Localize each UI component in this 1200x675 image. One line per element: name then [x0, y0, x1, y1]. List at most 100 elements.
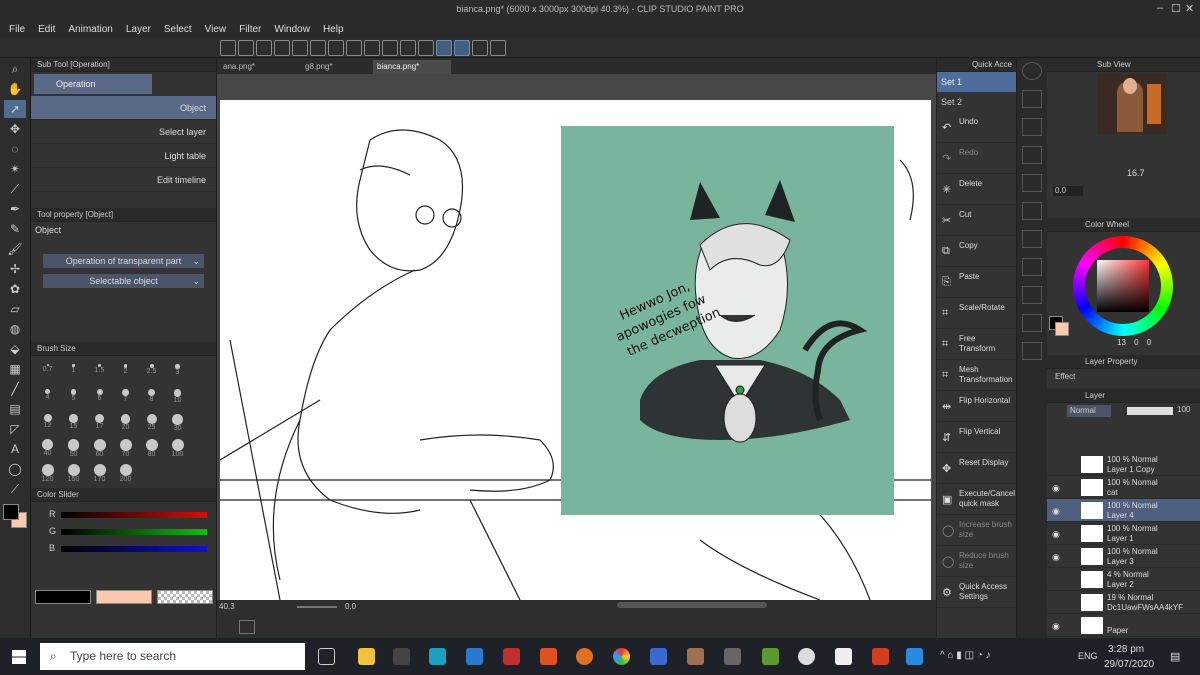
- eye-icon[interactable]: ◉: [1052, 552, 1060, 563]
- subtool-group-operation[interactable]: Operation: [34, 74, 152, 94]
- chrome-icon[interactable]: [613, 648, 630, 665]
- eye-icon[interactable]: ◉: [1052, 483, 1060, 494]
- notification-icon[interactable]: ▤: [1170, 650, 1180, 663]
- material-icon-2[interactable]: [1022, 118, 1042, 136]
- material-icon-4[interactable]: [1022, 174, 1042, 192]
- brush-size-option[interactable]: 25: [139, 411, 164, 433]
- material-icon-5[interactable]: [1022, 202, 1042, 220]
- layer-row[interactable]: ◉ 100 % Normal cat: [1047, 476, 1200, 499]
- auto-select-tool-icon[interactable]: ✴: [4, 160, 26, 178]
- save-icon[interactable]: [274, 40, 290, 56]
- timeline-icon[interactable]: [239, 620, 255, 634]
- color-slider-r[interactable]: R0: [31, 506, 223, 523]
- mcafee-icon[interactable]: [503, 648, 520, 665]
- quick-access-item[interactable]: ⌗ Mesh Transformation: [937, 360, 1016, 391]
- menu-layer[interactable]: Layer: [126, 24, 151, 35]
- app-icon-2[interactable]: [650, 648, 667, 665]
- set-1-tab[interactable]: Set 1: [937, 72, 1016, 92]
- eye-icon[interactable]: ◉: [1052, 529, 1060, 540]
- airbrush-tool-icon[interactable]: ✢: [4, 260, 26, 278]
- move-layer-tool-icon[interactable]: ✥: [4, 120, 26, 138]
- color-slider-b[interactable]: B0: [31, 540, 223, 557]
- channel-track[interactable]: [61, 529, 207, 535]
- transform-icon[interactable]: [382, 40, 398, 56]
- quick-access-item[interactable]: ⇵ Flip Vertical: [937, 422, 1016, 453]
- layer-row[interactable]: ◉ 100 % Normal Layer 3: [1047, 545, 1200, 568]
- horizontal-scrollbar[interactable]: [617, 602, 767, 608]
- task-view-icon[interactable]: [318, 648, 335, 665]
- app-icon-4[interactable]: [724, 648, 741, 665]
- zoom-app-icon[interactable]: [906, 648, 923, 665]
- taskbar-search-input[interactable]: Type here to search: [40, 643, 305, 670]
- brush-size-option[interactable]: 60: [87, 436, 112, 458]
- brush-size-option[interactable]: 17: [87, 411, 112, 433]
- clock-time[interactable]: 3:28 pm: [1108, 644, 1144, 655]
- store-icon[interactable]: [393, 648, 410, 665]
- export-icon[interactable]: [292, 40, 308, 56]
- figure-tool-icon[interactable]: ╱: [4, 380, 26, 398]
- selectable-object-dropdown[interactable]: Selectable object ⌄: [43, 274, 204, 288]
- main-color-swatch[interactable]: [3, 504, 27, 528]
- minecraft-icon[interactable]: [762, 648, 779, 665]
- snap-grid-icon[interactable]: [472, 40, 488, 56]
- material-icon-6[interactable]: [1022, 230, 1042, 248]
- brush-size-option[interactable]: 3: [165, 361, 190, 383]
- quick-access-item[interactable]: ◯ Reduce brush size: [937, 546, 1016, 577]
- subtool-item-object[interactable]: Object: [31, 96, 216, 120]
- file-explorer-icon[interactable]: [358, 648, 375, 665]
- eye-icon[interactable]: ◉: [1052, 506, 1060, 517]
- brush-size-option[interactable]: 5: [61, 386, 86, 408]
- app-icon[interactable]: [220, 40, 236, 56]
- deselect-icon[interactable]: [418, 40, 434, 56]
- brush-size-option[interactable]: 2.5: [139, 361, 164, 383]
- brush-size-option[interactable]: 1.5: [87, 361, 112, 383]
- menu-select[interactable]: Select: [164, 24, 192, 35]
- quick-access-item[interactable]: ⚙ Quick Access Settings: [937, 577, 1016, 608]
- menu-window[interactable]: Window: [274, 24, 310, 35]
- tab-ana[interactable]: ana.png*: [219, 60, 295, 74]
- brush-size-option[interactable]: 120: [35, 461, 60, 483]
- help-icon[interactable]: [490, 40, 506, 56]
- tab-g8[interactable]: g8.png*: [295, 60, 371, 74]
- pencil-tool-icon[interactable]: ✎: [4, 220, 26, 238]
- move-tool-icon[interactable]: ✋: [4, 80, 26, 98]
- layer-row[interactable]: ◉ 100 % Normal Layer 1: [1047, 522, 1200, 545]
- material-icon-3[interactable]: [1022, 146, 1042, 164]
- correct-line-tool-icon[interactable]: ⟋: [4, 480, 26, 498]
- eraser-tool-icon[interactable]: ▱: [4, 300, 26, 318]
- layer-row[interactable]: 100 % Normal Layer 1 Copy: [1047, 453, 1200, 476]
- set-2-tab[interactable]: Set 2: [937, 92, 1016, 112]
- brush-size-option[interactable]: 30: [165, 411, 190, 433]
- powerpoint-icon[interactable]: [872, 648, 889, 665]
- undo-icon[interactable]: [310, 40, 326, 56]
- brush-size-option[interactable]: 50: [61, 436, 86, 458]
- canvas-area[interactable]: Hewwo Jon, apowogies fow the decweption: [217, 74, 936, 600]
- brush-size-option[interactable]: 0.7: [35, 361, 60, 383]
- brush-size-option[interactable]: 170: [87, 461, 112, 483]
- snap-special-ruler-icon[interactable]: [454, 40, 470, 56]
- channel-track[interactable]: [61, 546, 207, 552]
- brush-size-option[interactable]: 100: [165, 436, 190, 458]
- brush-size-option[interactable]: 2: [113, 361, 138, 383]
- office-icon[interactable]: [540, 648, 557, 665]
- material-icon-7[interactable]: [1022, 258, 1042, 276]
- zoom-slider[interactable]: [297, 606, 337, 608]
- subtool-item-edit-timeline[interactable]: Edit timeline: [31, 168, 216, 192]
- quick-access-item[interactable]: ⇹ Flip Horizontal: [937, 391, 1016, 422]
- language-indicator[interactable]: ENG: [1078, 651, 1098, 661]
- material-icon-10[interactable]: [1022, 342, 1042, 360]
- brush-size-option[interactable]: 200: [113, 461, 138, 483]
- app-icon-5[interactable]: [798, 648, 815, 665]
- app-icon-3[interactable]: [687, 648, 704, 665]
- brush-size-option[interactable]: 1: [61, 361, 86, 383]
- brush-size-option[interactable]: 150: [61, 461, 86, 483]
- colorwheel-sub-chip[interactable]: [1055, 322, 1069, 336]
- layer-row[interactable]: ◉ Paper: [1047, 614, 1200, 637]
- subview-image[interactable]: [1097, 74, 1167, 134]
- material-icon-9[interactable]: [1022, 314, 1042, 332]
- search-icon[interactable]: [1022, 62, 1042, 80]
- app-l-icon[interactable]: [429, 648, 446, 665]
- minimize-icon[interactable]: –: [1157, 2, 1163, 14]
- menu-filter[interactable]: Filter: [239, 24, 261, 35]
- quick-access-item[interactable]: ▣ Execute/Cancel quick mask: [937, 484, 1016, 515]
